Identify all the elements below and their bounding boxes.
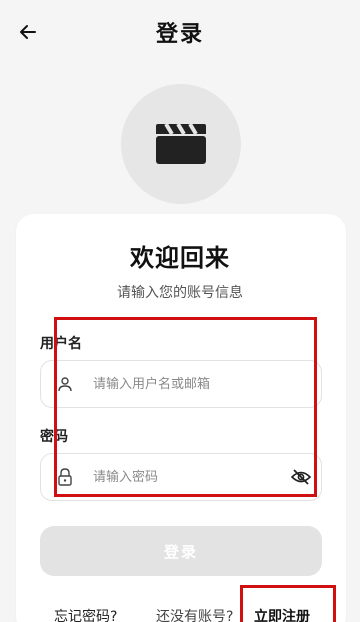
app-logo — [121, 84, 241, 204]
welcome-subtitle: 请输入您的账号信息 — [117, 285, 243, 301]
password-field[interactable] — [40, 453, 322, 501]
username-label: 用户名 — [40, 336, 82, 352]
password-input[interactable] — [89, 454, 281, 500]
welcome-title: 欢迎回来 — [130, 244, 230, 272]
eye-off-icon[interactable] — [281, 454, 321, 500]
forgot-password-link[interactable]: 忘记密码? — [54, 606, 117, 622]
no-account-text: 还没有账号? — [156, 609, 234, 622]
clapperboard-icon — [156, 122, 206, 164]
username-field[interactable] — [40, 360, 322, 408]
top-bar: 登录 — [0, 0, 360, 64]
register-link[interactable]: 立即注册 — [254, 606, 310, 622]
login-button[interactable]: 登录 — [40, 526, 322, 576]
user-icon — [41, 361, 89, 407]
page-title: 登录 — [155, 22, 204, 47]
lock-icon — [41, 454, 89, 500]
username-input[interactable] — [89, 361, 321, 407]
password-label: 密码 — [40, 429, 68, 445]
